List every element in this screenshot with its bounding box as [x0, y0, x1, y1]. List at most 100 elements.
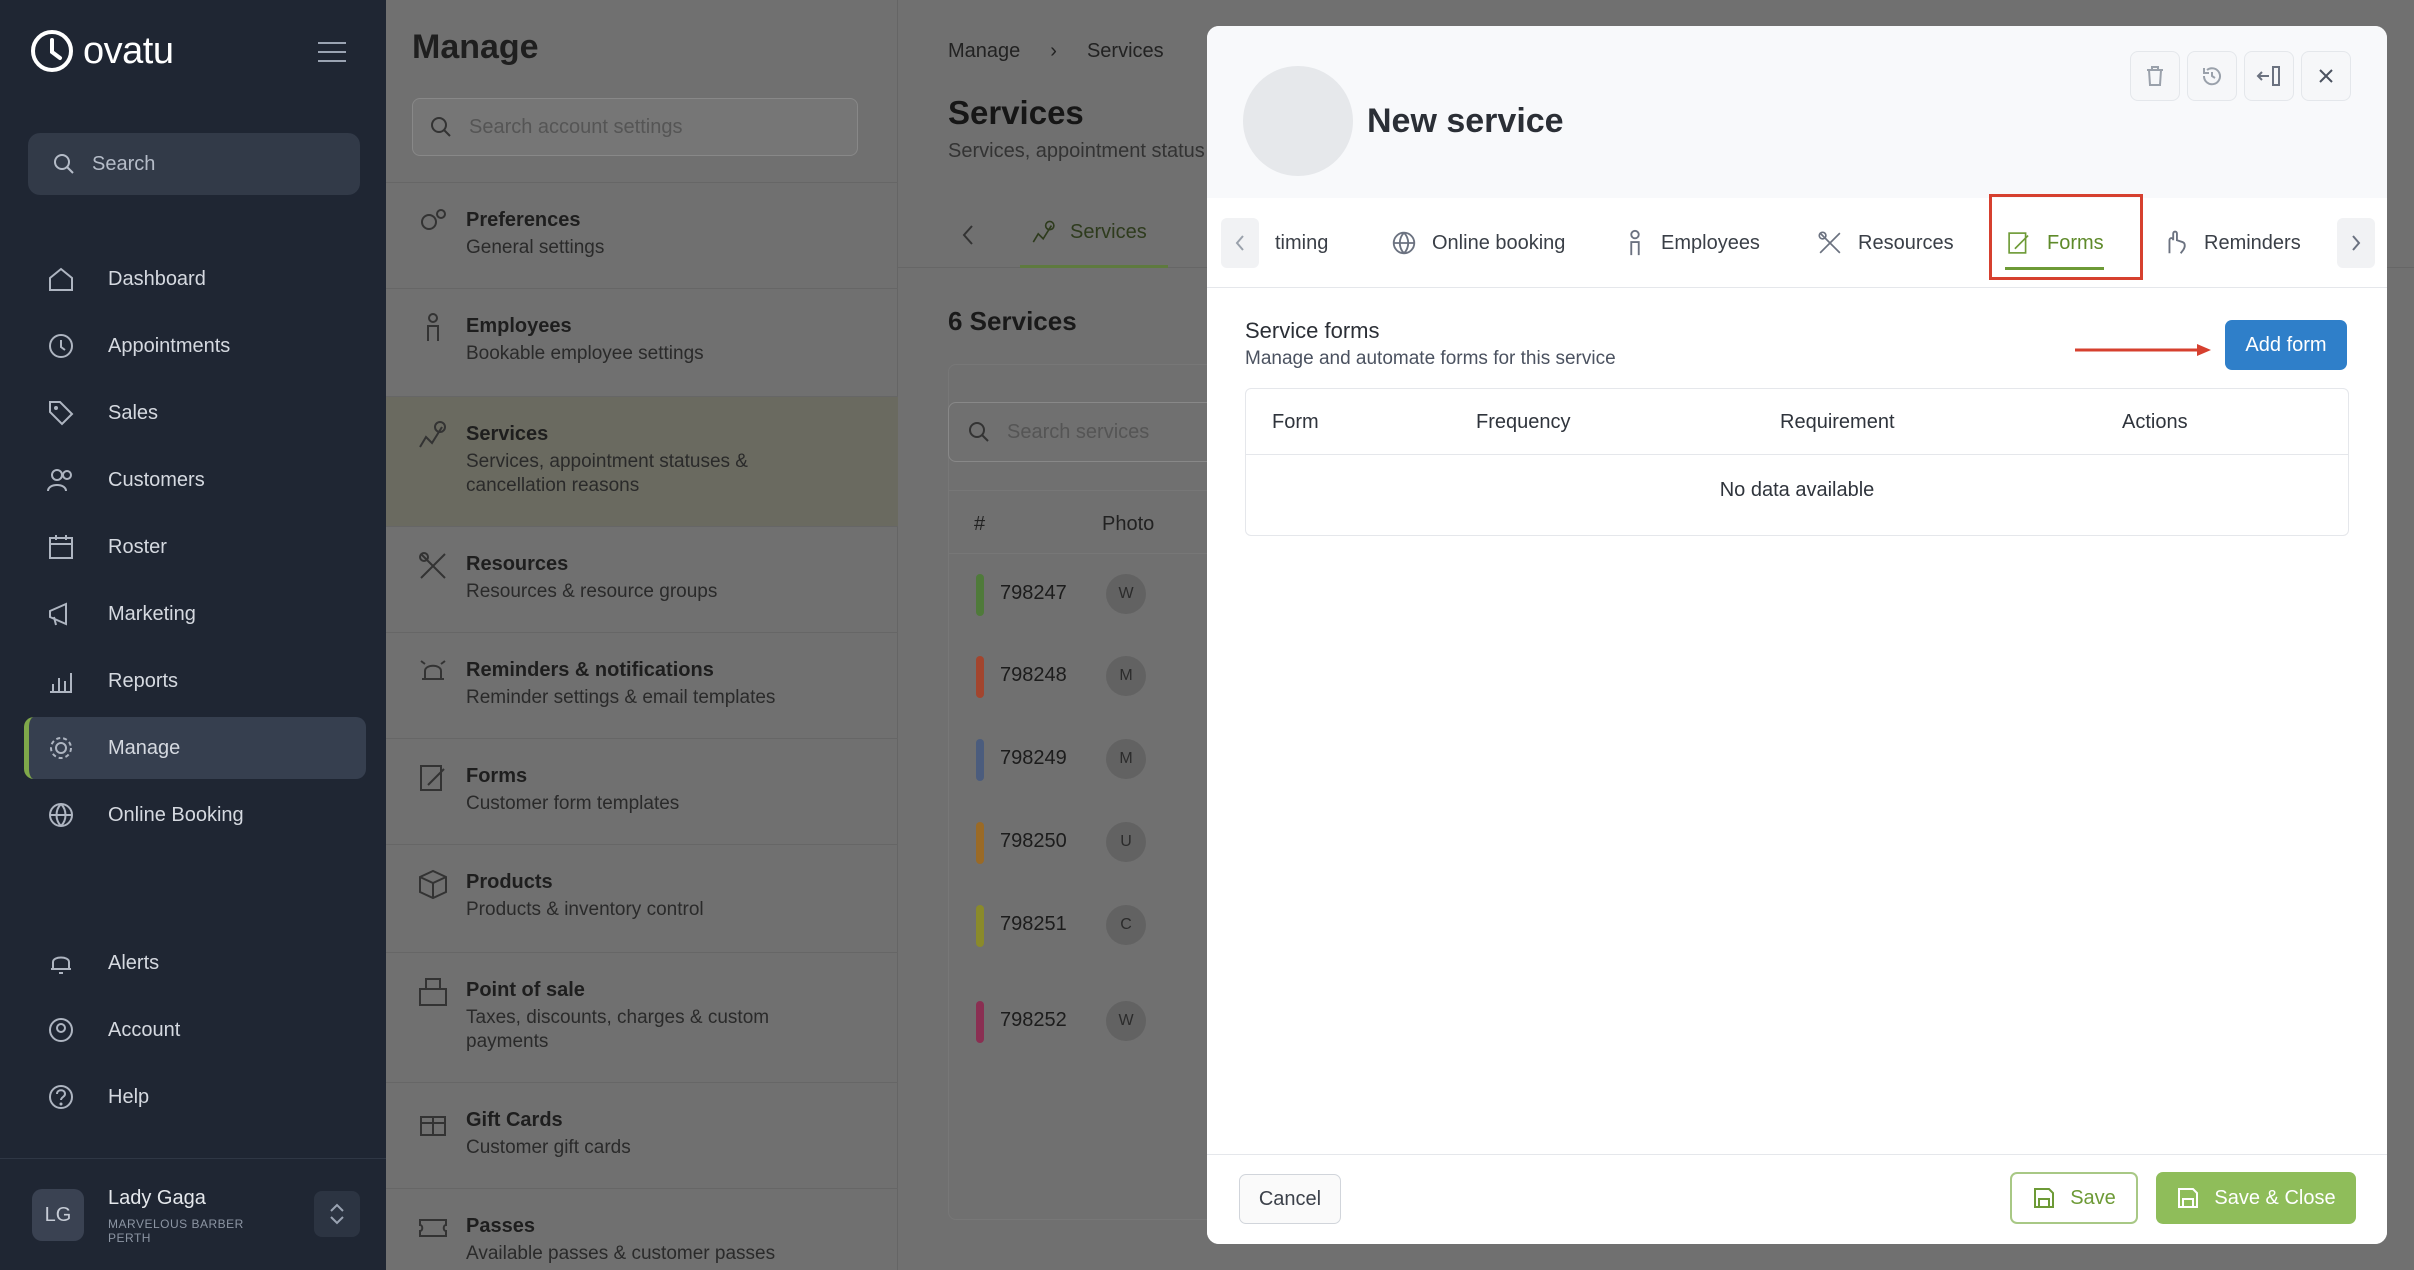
cancel-button[interactable]: Cancel — [1239, 1174, 1341, 1224]
chevron-left-icon — [1235, 235, 1244, 251]
sidebar-item-label: Customers — [108, 468, 205, 491]
alarm-icon — [420, 660, 446, 680]
avatar: LG — [32, 1189, 84, 1241]
close-button[interactable] — [2301, 51, 2351, 101]
tab-services[interactable]: Services — [1020, 200, 1168, 268]
chevron-right-icon — [2352, 235, 2361, 251]
manage-item-sub: Customer gift cards — [466, 1137, 631, 1158]
user-profile[interactable]: LG Lady Gaga MARVELOUS BARBER PERTH — [0, 1158, 386, 1270]
sidebar-item-appointments[interactable]: Appointments — [24, 315, 366, 377]
forms-table: Form Frequency Requirement Actions No da… — [1245, 388, 2349, 536]
manage-item-preferences[interactable]: Preferences General settings — [386, 182, 898, 288]
sidebar-item-label: Help — [108, 1085, 150, 1108]
manage-item-resources[interactable]: Resources Resources & resource groups — [386, 526, 898, 632]
manage-search-input[interactable]: Search account settings — [412, 98, 858, 156]
tab-label: Reminders — [2204, 231, 2301, 254]
manage-item-passes[interactable]: Passes Available passes & customer passe… — [386, 1188, 898, 1270]
save-and-close-button[interactable]: Save & Close — [2156, 1172, 2356, 1224]
section-subtitle: Manage and automate forms for this servi… — [1245, 348, 1616, 369]
breadcrumb-item[interactable]: Services — [1087, 40, 1164, 63]
history-icon — [2202, 67, 2221, 86]
tabs-scroll-right[interactable] — [2337, 218, 2375, 268]
search-placeholder: Search services — [1007, 420, 1150, 443]
manage-item-title: Employees — [466, 315, 572, 337]
user-org: MARVELOUS BARBER PERTH — [108, 1217, 244, 1245]
search-icon — [431, 117, 451, 137]
gears-icon — [421, 209, 446, 230]
sidebar-search[interactable]: Search — [28, 133, 360, 195]
sidebar-item-roster[interactable]: Roster — [24, 516, 366, 578]
color-bar — [976, 656, 984, 698]
save-label: Save — [2070, 1186, 2116, 1209]
sidebar-item-label: Sales — [108, 401, 159, 424]
modal-title: New service — [1367, 102, 1564, 140]
services-count: 6 Services — [948, 306, 1077, 336]
breadcrumb-item[interactable]: Manage — [948, 40, 1020, 63]
sidebar-item-customers[interactable]: Customers — [24, 449, 366, 511]
sidebar: ovatu Search Dashboard Appointments Sale… — [0, 0, 386, 1270]
service-id: 798249 — [1000, 747, 1067, 769]
bell-icon — [44, 946, 78, 980]
manage-item-employees[interactable]: Employees Bookable employee settings — [386, 288, 898, 396]
manage-item-point-of-sale[interactable]: Point of sale Taxes, discounts, charges … — [386, 952, 898, 1082]
tab-reminders[interactable]: Reminders — [2162, 198, 2301, 288]
sidebar-item-online-booking[interactable]: Online Booking — [24, 784, 366, 846]
tab-resources[interactable]: Resources — [1816, 198, 1954, 288]
manage-item-title: Resources — [466, 553, 569, 575]
floppy-icon — [2178, 1188, 2199, 1208]
manage-item-forms[interactable]: Forms Customer form templates — [386, 738, 898, 844]
tab-online-booking[interactable]: Online booking — [1390, 198, 1565, 288]
manage-item-sub: Taxes, discounts, charges & custom payme… — [466, 1007, 770, 1052]
brand-logo[interactable]: ovatu — [29, 28, 174, 74]
tab-employees[interactable]: Employees — [1623, 198, 1760, 288]
tab-timing[interactable]: timing — [1275, 198, 1328, 288]
sidebar-item-reports[interactable]: Reports — [24, 650, 366, 712]
globe-icon — [1392, 231, 1416, 255]
manage-item-services[interactable]: Services Services, appointment statuses … — [386, 396, 898, 526]
delete-button[interactable] — [2130, 51, 2180, 101]
history-button[interactable] — [2187, 51, 2237, 101]
save-button[interactable]: Save — [2010, 1172, 2138, 1224]
page-title: Services — [948, 94, 1084, 131]
sidebar-item-manage[interactable]: Manage — [24, 717, 366, 779]
tab-label: Online booking — [1432, 231, 1566, 254]
service-avatar[interactable] — [1243, 66, 1353, 176]
sidebar-item-account[interactable]: Account — [24, 999, 366, 1061]
sidebar-item-label: Roster — [108, 535, 167, 558]
service-photo: W — [1106, 1001, 1146, 1041]
chevron-up-down-icon[interactable] — [314, 1191, 360, 1237]
brand-name: ovatu — [83, 29, 174, 72]
manage-item-reminders[interactable]: Reminders & notifications Reminder setti… — [386, 632, 898, 738]
pointer-arrow-icon — [2075, 344, 2211, 356]
sidebar-item-alerts[interactable]: Alerts — [24, 932, 366, 994]
menu-toggle-icon[interactable] — [318, 42, 346, 62]
manage-item-title: Reminders & notifications — [466, 659, 714, 681]
color-bar — [976, 739, 984, 781]
service-photo: M — [1106, 656, 1146, 696]
services-search-input[interactable]: Search services — [948, 402, 1248, 462]
sidebar-item-label: Dashboard — [108, 267, 206, 290]
manage-item-title: Preferences — [466, 209, 581, 231]
tabs-scroll-left[interactable] — [1221, 218, 1259, 268]
modal-header: New service — [1207, 26, 2387, 198]
calendar-icon — [44, 530, 78, 564]
manage-item-products[interactable]: Products Products & inventory control — [386, 844, 898, 952]
sidebar-item-marketing[interactable]: Marketing — [24, 583, 366, 645]
sidebar-item-help[interactable]: Help — [24, 1066, 366, 1128]
chevron-left-icon[interactable] — [958, 222, 978, 253]
sidebar-item-label: Alerts — [108, 951, 160, 974]
column-header: Requirement — [1780, 411, 1895, 433]
collapse-button[interactable] — [2244, 51, 2294, 101]
page-subtitle: Services, appointment status — [948, 140, 1205, 162]
save-close-label: Save & Close — [2214, 1186, 2336, 1209]
search-icon — [54, 154, 74, 174]
service-id: 798250 — [1000, 830, 1067, 852]
manage-item-gift-cards[interactable]: Gift Cards Customer gift cards — [386, 1082, 898, 1188]
sidebar-item-label: Account — [108, 1018, 181, 1041]
help-icon — [44, 1080, 78, 1114]
column-header: Photo — [1102, 513, 1155, 535]
sidebar-item-dashboard[interactable]: Dashboard — [24, 248, 366, 310]
add-form-button[interactable]: Add form — [2225, 320, 2347, 370]
tab-label: Resources — [1858, 231, 1954, 254]
sidebar-item-sales[interactable]: Sales — [24, 382, 366, 444]
